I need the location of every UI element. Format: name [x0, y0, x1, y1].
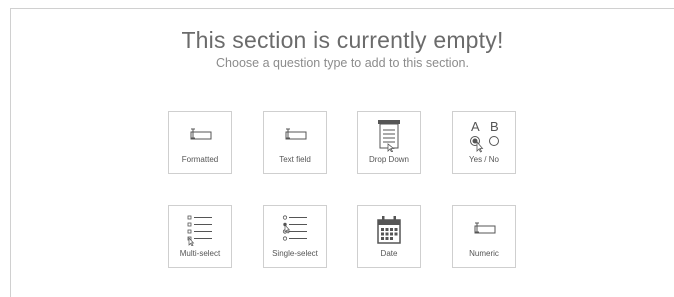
- question-type-single-select[interactable]: Single-select: [263, 205, 327, 268]
- question-type-label: Drop Down: [368, 155, 409, 164]
- question-type-label: Date: [380, 249, 398, 258]
- question-type-text-field[interactable]: Text field: [263, 111, 327, 174]
- question-type-date[interactable]: Date: [357, 205, 421, 268]
- question-type-label: Formatted: [181, 155, 219, 164]
- question-type-label: Single-select: [272, 249, 318, 258]
- section-panel: This section is currently empty! Choose …: [10, 8, 674, 297]
- question-type-yes-no[interactable]: A B Yes / No: [452, 111, 516, 174]
- text-input-icon: [180, 120, 220, 152]
- empty-state-subtitle: Choose a question type to add to this se…: [216, 56, 469, 70]
- radio-choice-icon-text-b: B: [490, 119, 499, 134]
- question-type-label: Yes / No: [469, 155, 499, 164]
- question-type-numeric[interactable]: Numeric: [452, 205, 516, 268]
- dropdown-list-icon: [369, 120, 409, 152]
- question-type-multi-select[interactable]: Multi-select: [168, 205, 232, 268]
- question-type-drop-down[interactable]: Drop Down: [357, 111, 421, 174]
- radio-choice-icon: A B: [464, 119, 504, 153]
- calendar-icon: [369, 214, 409, 246]
- text-input-icon: [464, 214, 504, 246]
- question-type-label: Multi-select: [179, 249, 221, 258]
- question-type-label: Numeric: [469, 249, 499, 258]
- question-type-label: Text field: [279, 155, 311, 164]
- checkbox-list-icon: [180, 214, 220, 246]
- radio-choice-icon-text-a: A: [471, 119, 480, 134]
- radio-list-icon: [275, 214, 315, 246]
- question-type-formatted[interactable]: Formatted: [168, 111, 232, 174]
- empty-state-title: This section is currently empty!: [181, 27, 504, 53]
- text-input-icon: [275, 120, 315, 152]
